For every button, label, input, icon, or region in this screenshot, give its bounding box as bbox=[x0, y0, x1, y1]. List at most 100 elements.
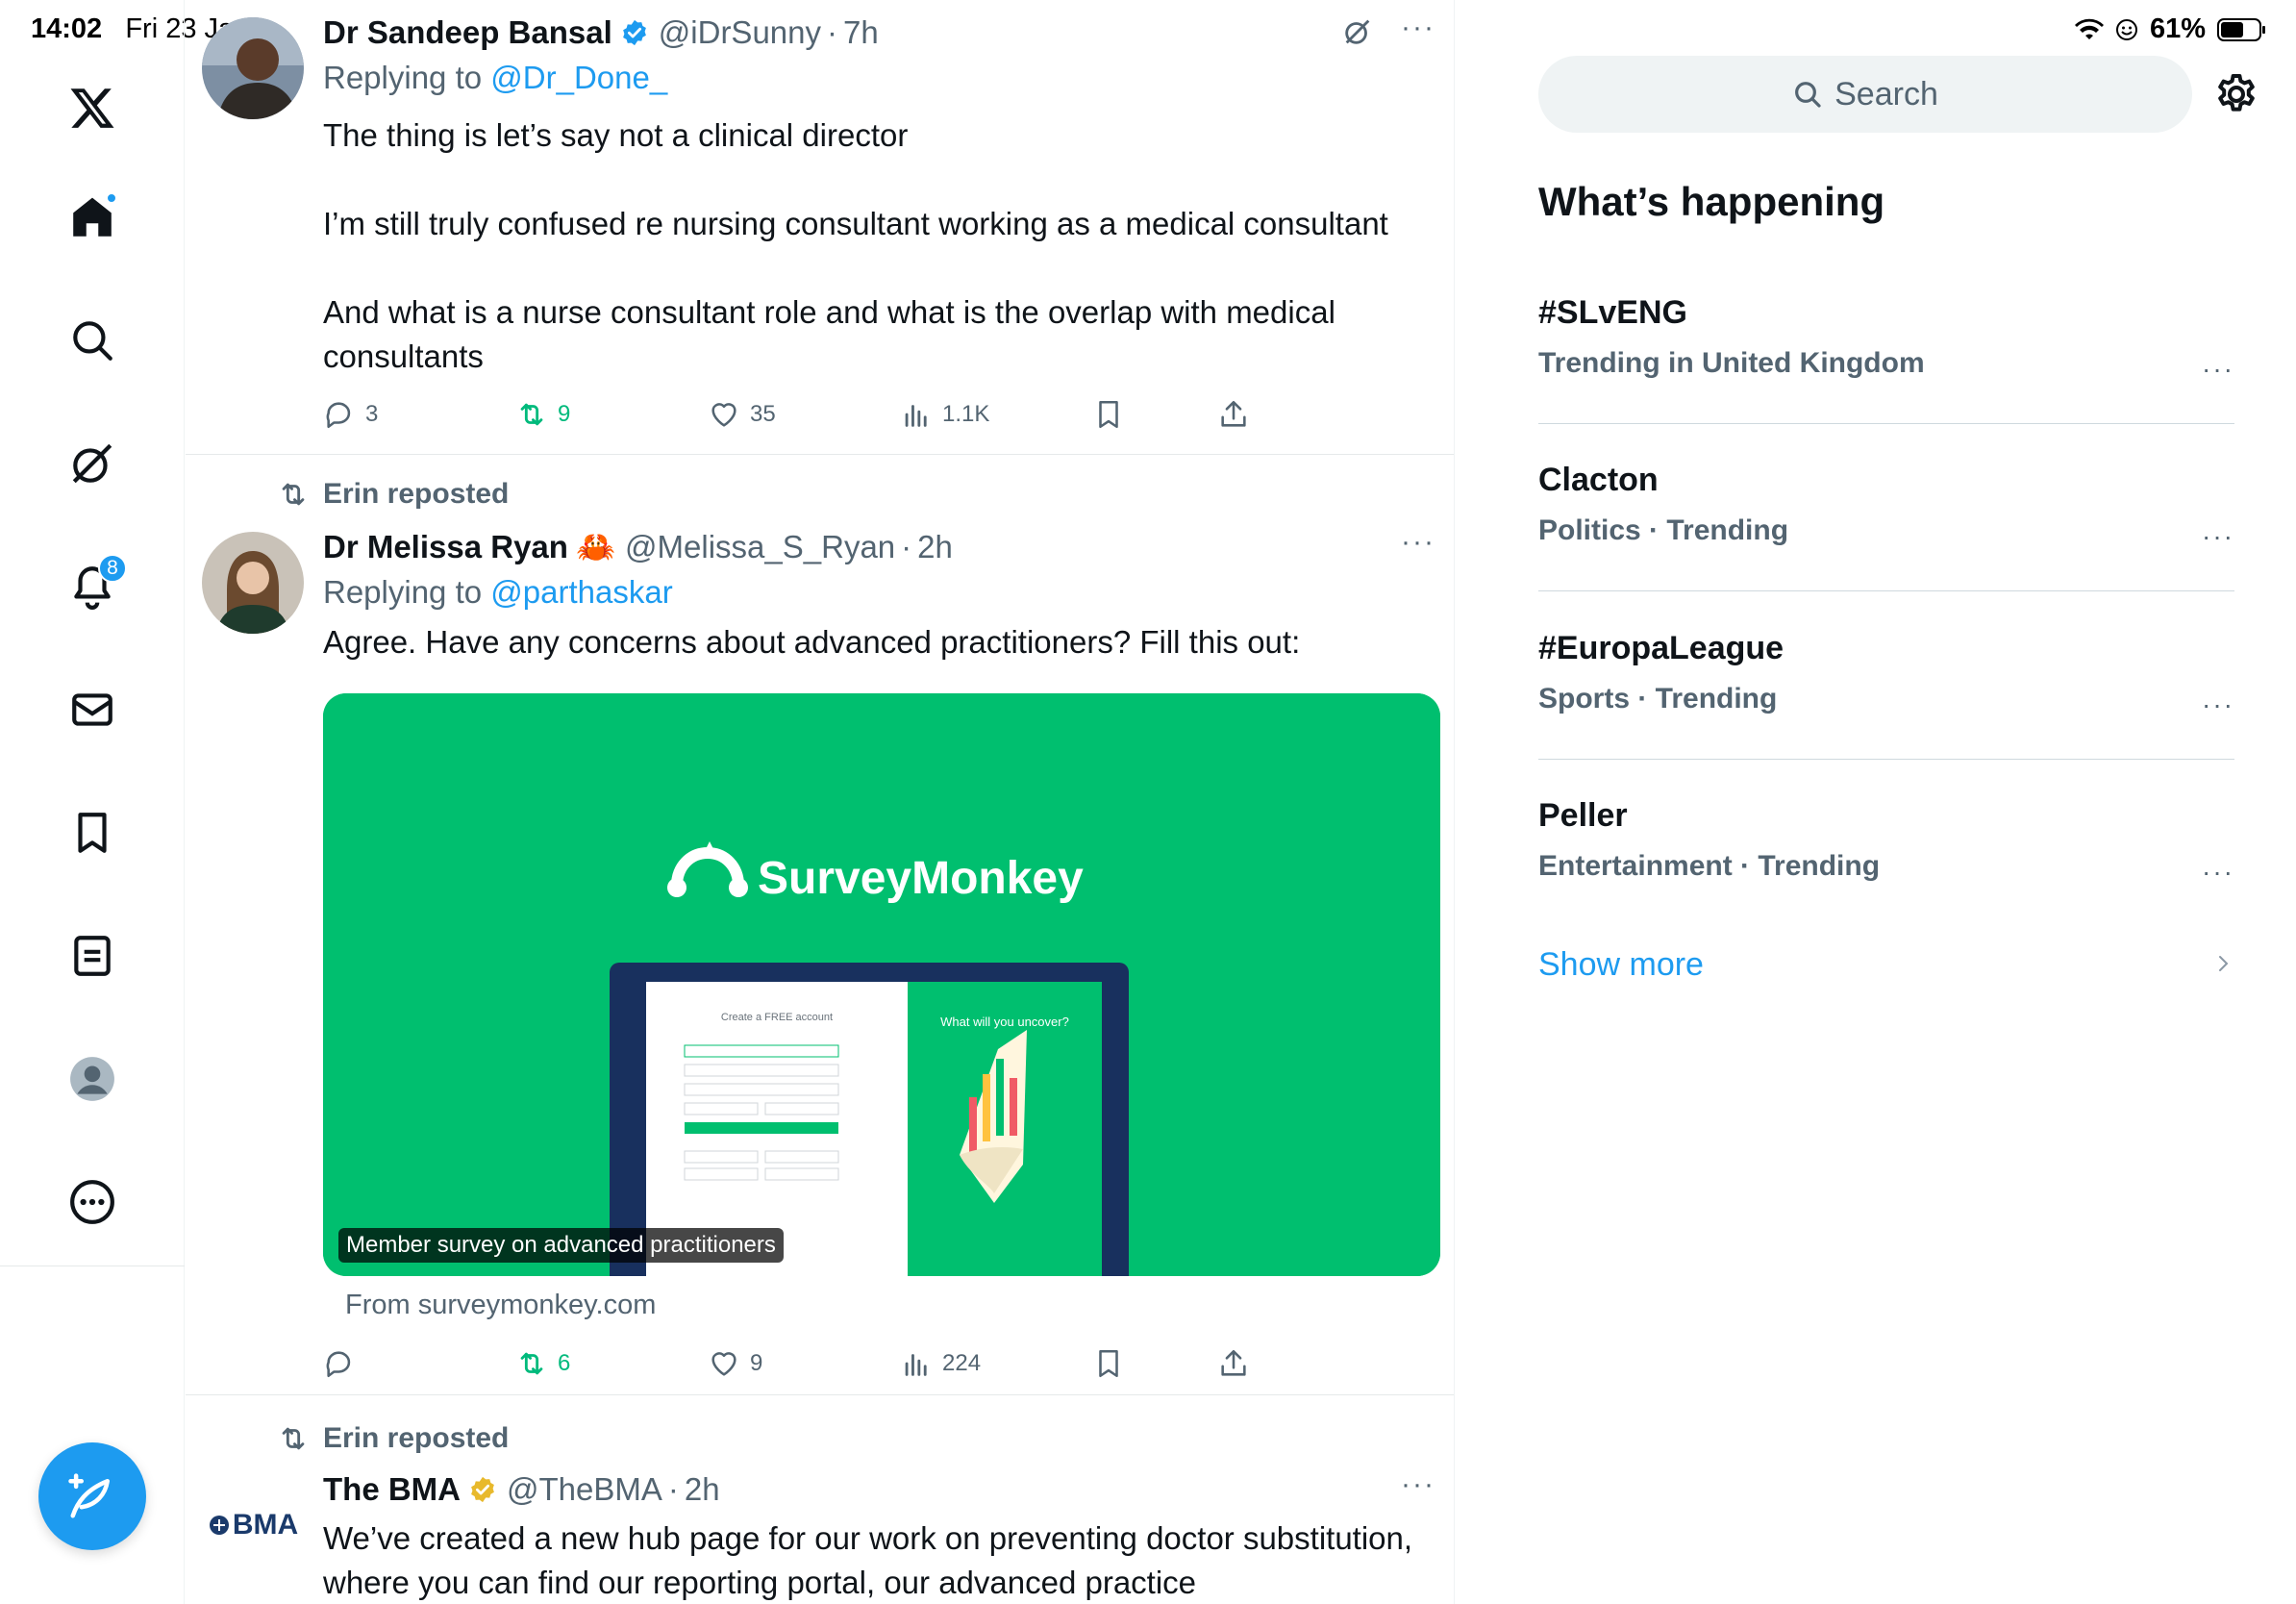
avatar[interactable]: BMA bbox=[202, 1474, 304, 1576]
repost-attribution[interactable]: Erin reposted bbox=[277, 1422, 509, 1455]
tweet-time[interactable]: 7h bbox=[843, 14, 879, 51]
verified-badge-icon bbox=[622, 19, 646, 46]
tweet-time[interactable]: 2h bbox=[685, 1471, 720, 1508]
reply-count: 3 bbox=[365, 401, 379, 427]
search-placeholder: Search bbox=[1834, 75, 1938, 113]
bma-logo-text: BMA bbox=[232, 1509, 299, 1541]
tweet-actions: 3 9 35 1.1K bbox=[323, 398, 1265, 437]
share-button[interactable] bbox=[1217, 1347, 1250, 1380]
bookmarks-nav-item[interactable] bbox=[54, 794, 131, 871]
author-name[interactable]: Dr Sandeep Bansal bbox=[323, 14, 612, 51]
trend-subtitle: Politics · Trending bbox=[1538, 514, 1789, 546]
left-navigation: 8 bbox=[0, 0, 185, 1604]
views-button[interactable]: 224 bbox=[900, 1347, 981, 1380]
messages-nav-item[interactable] bbox=[54, 671, 131, 748]
trend-more-button[interactable]: ··· bbox=[2202, 857, 2234, 888]
repost-button[interactable]: 9 bbox=[515, 398, 570, 431]
repost-icon bbox=[282, 1427, 305, 1450]
bookmarks-icon bbox=[78, 813, 107, 853]
settings-gear-icon[interactable] bbox=[2213, 71, 2259, 117]
separator-dot: · bbox=[827, 14, 838, 50]
separator-dot: · bbox=[901, 529, 912, 564]
author-handle[interactable]: @Melissa_S_Ryan bbox=[625, 529, 895, 565]
bookmark-icon bbox=[1099, 400, 1118, 429]
trend-divider bbox=[1538, 423, 2234, 424]
repost-icon bbox=[520, 403, 543, 426]
author-name[interactable]: The BMA bbox=[323, 1471, 461, 1508]
repost-count: 6 bbox=[558, 1350, 571, 1376]
views-button[interactable]: 1.1K bbox=[900, 398, 989, 431]
home-nav-item[interactable] bbox=[54, 179, 131, 256]
author-handle[interactable]: @iDrSunny bbox=[659, 14, 821, 51]
trend-title: #EuropaLeague bbox=[1538, 630, 1784, 666]
bookmark-button[interactable] bbox=[1092, 398, 1125, 431]
tweet-more-button[interactable]: ··· bbox=[1401, 12, 1435, 44]
share-button[interactable] bbox=[1217, 398, 1250, 431]
like-button[interactable]: 35 bbox=[708, 398, 776, 431]
grok-explain-icon[interactable] bbox=[1341, 15, 1374, 48]
replying-to-link[interactable]: @parthaskar bbox=[490, 574, 672, 610]
card-caption: Member survey on advanced practitioners bbox=[338, 1228, 784, 1263]
profile-avatar-icon bbox=[70, 1057, 114, 1101]
share-icon bbox=[1221, 1349, 1246, 1376]
trend-title: #SLvENG bbox=[1538, 294, 1687, 331]
trend-item[interactable]: #EuropaLeague Sports · Trending ··· bbox=[1538, 630, 2234, 719]
notifications-nav-item[interactable]: 8 bbox=[54, 548, 131, 625]
repost-attribution[interactable]: Erin reposted bbox=[277, 478, 509, 511]
verified-gold-badge-icon bbox=[471, 1476, 494, 1503]
trend-more-button[interactable]: ··· bbox=[2202, 521, 2234, 552]
trend-item[interactable]: Clacton Politics · Trending ··· bbox=[1538, 462, 2234, 551]
trend-subtitle: Sports · Trending bbox=[1538, 683, 1778, 714]
card-source[interactable]: From surveymonkey.com bbox=[345, 1290, 656, 1321]
timeline: Dr Sandeep Bansal @iDrSunny · 7h Replyin… bbox=[186, 0, 1455, 1604]
avatar[interactable] bbox=[202, 17, 304, 119]
trend-more-button[interactable]: ··· bbox=[2202, 689, 2234, 720]
tweet-more-button[interactable]: ··· bbox=[1401, 526, 1435, 559]
view-count: 1.1K bbox=[942, 401, 990, 427]
view-count: 224 bbox=[942, 1350, 982, 1376]
whats-happening-title: What’s happening bbox=[1538, 179, 1885, 224]
author-handle[interactable]: @TheBMA bbox=[507, 1471, 662, 1508]
lists-nav-item[interactable] bbox=[54, 917, 131, 994]
repost-icon bbox=[520, 1352, 543, 1375]
search-icon bbox=[1795, 82, 1821, 108]
messages-envelope-icon bbox=[72, 693, 112, 726]
author-name[interactable]: Dr Melissa Ryan bbox=[323, 529, 568, 565]
tweet-time[interactable]: 2h bbox=[917, 529, 953, 565]
grok-nav-item[interactable] bbox=[54, 425, 131, 502]
trend-more-button[interactable]: ··· bbox=[2202, 354, 2234, 385]
reply-button[interactable]: 3 bbox=[323, 398, 378, 431]
tweet-text: We’ve created a new hub page for our wor… bbox=[323, 1520, 1422, 1600]
reply-icon bbox=[326, 402, 351, 429]
profile-nav-item[interactable] bbox=[54, 1040, 131, 1117]
more-nav-item[interactable] bbox=[54, 1164, 131, 1241]
tweet-text: Agree. Have any concerns about advanced … bbox=[323, 624, 1301, 660]
trend-item[interactable]: #SLvENG Trending in United Kingdom ··· bbox=[1538, 294, 2234, 384]
explore-nav-item[interactable] bbox=[54, 302, 131, 379]
share-icon bbox=[1221, 400, 1246, 427]
reply-button[interactable] bbox=[323, 1347, 365, 1380]
repost-button[interactable]: 6 bbox=[515, 1347, 570, 1380]
bookmark-button[interactable] bbox=[1092, 1347, 1125, 1380]
trend-item[interactable]: Peller Entertainment · Trending ··· bbox=[1538, 797, 2234, 887]
tweet-header: The BMA @TheBMA · 2h bbox=[323, 1468, 1440, 1511]
link-card[interactable]: SurveyMonkey Create a FREE account What … bbox=[323, 693, 1440, 1276]
more-circle-icon bbox=[70, 1180, 114, 1224]
right-sidebar: Search What’s happening #SLvENG Trending… bbox=[1456, 0, 2296, 1604]
show-more-link[interactable]: Show more bbox=[1538, 946, 1704, 984]
replying-to-link[interactable]: @Dr_Done_ bbox=[490, 60, 667, 95]
like-count: 35 bbox=[750, 401, 776, 427]
trend-subtitle: Entertainment · Trending bbox=[1538, 850, 1881, 882]
trend-divider bbox=[1538, 590, 2234, 591]
compose-button[interactable] bbox=[38, 1442, 146, 1550]
repost-attribution-text: Erin reposted bbox=[323, 478, 510, 510]
search-input[interactable]: Search bbox=[1538, 56, 2192, 133]
avatar[interactable] bbox=[202, 532, 304, 634]
like-button[interactable]: 9 bbox=[708, 1347, 762, 1380]
trend-subtitle: Trending in United Kingdom bbox=[1538, 347, 1925, 379]
home-notification-dot bbox=[106, 192, 117, 204]
tweet-more-button[interactable]: ··· bbox=[1401, 1468, 1435, 1501]
repost-count: 9 bbox=[558, 401, 571, 427]
x-logo-icon[interactable] bbox=[54, 69, 131, 146]
tweet-divider bbox=[186, 454, 1454, 455]
